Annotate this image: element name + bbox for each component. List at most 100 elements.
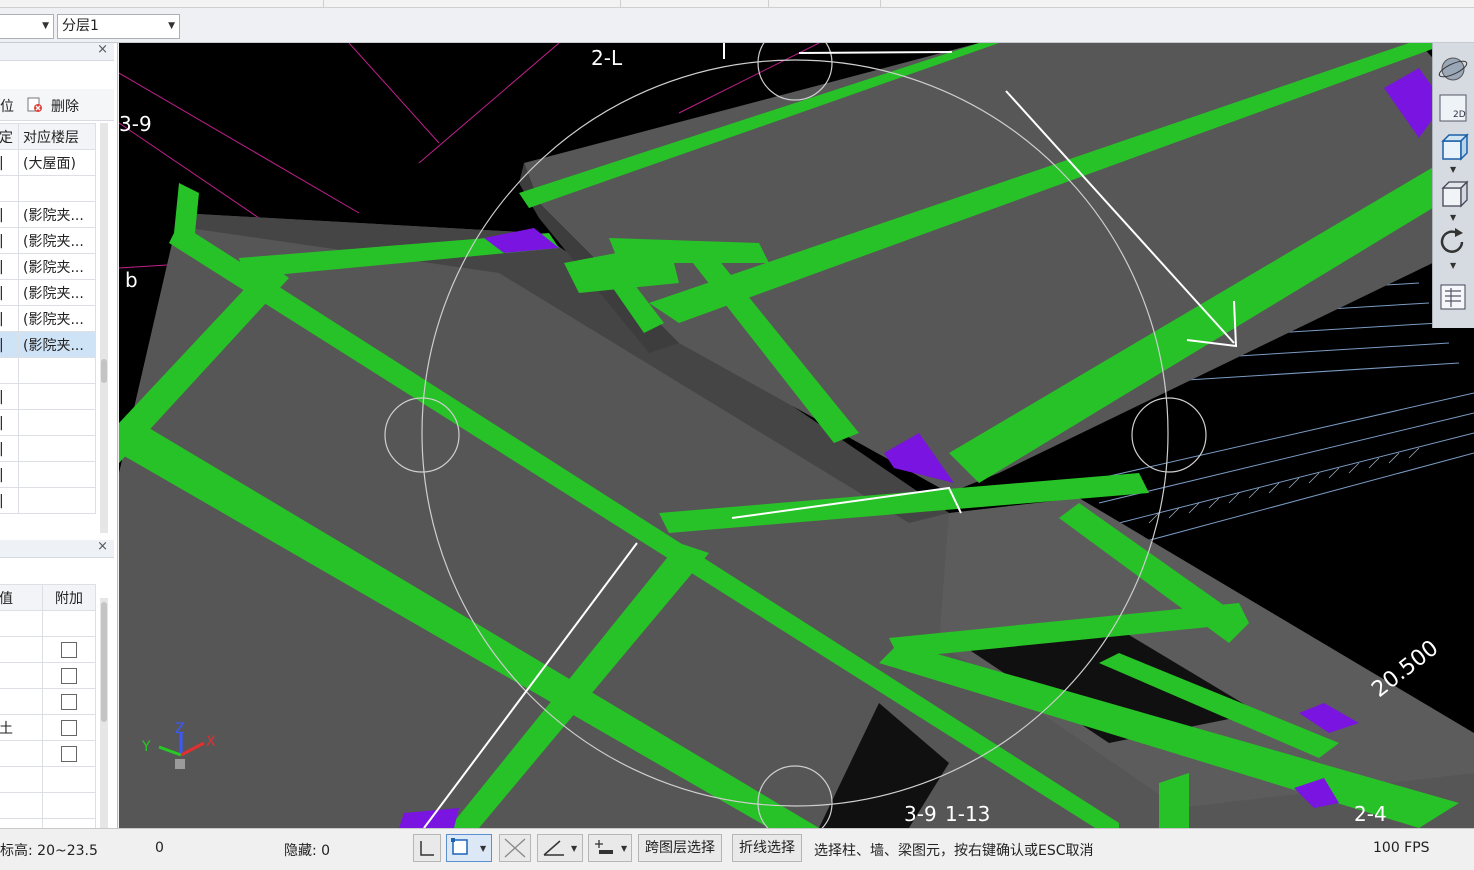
- elevation-status: 标高: 20~23.5: [0, 843, 98, 859]
- table-row[interactable]: |(影院夹...: [0, 227, 96, 254]
- scrollbar-thumb[interactable]: [101, 602, 107, 722]
- offset-icon[interactable]: ▼: [588, 834, 632, 862]
- chevron-down-icon[interactable]: ▼: [1450, 165, 1456, 174]
- snap-select-button[interactable]: ▼: [446, 834, 492, 862]
- chevron-down-icon: ▼: [42, 21, 49, 31]
- panel-header: ×: [0, 42, 114, 61]
- angle-icon[interactable]: ▼: [537, 834, 583, 862]
- table-header-row: 定 对应楼层: [0, 123, 96, 150]
- floor-select[interactable]: ▼: [0, 14, 54, 39]
- hatch-lines: [1148, 447, 1420, 524]
- axis-label: 1-13: [945, 802, 990, 826]
- properties-icon[interactable]: [1437, 281, 1469, 313]
- close-icon[interactable]: ×: [97, 42, 108, 57]
- table-row[interactable]: |: [0, 487, 96, 514]
- polyline-select-button[interactable]: 折线选择: [732, 834, 802, 862]
- column-header-extra[interactable]: 附加: [42, 584, 96, 611]
- table-row[interactable]: |(影院夹...: [0, 201, 96, 228]
- extra-checkbox[interactable]: [61, 719, 77, 736]
- cross-layer-select-button[interactable]: 跨图层选择: [638, 834, 722, 862]
- svg-text:▼: ▼: [571, 844, 578, 853]
- table-row[interactable]: |(影院夹...: [0, 279, 96, 306]
- chevron-down-icon[interactable]: ▼: [1450, 213, 1456, 222]
- table-row[interactable]: |: [0, 435, 96, 462]
- floor-toolbar: ▼ 分层1 ▼: [0, 8, 1474, 43]
- table-row[interactable]: 土: [0, 714, 96, 741]
- ribbon-edge: [0, 0, 1474, 8]
- table-row[interactable]: [0, 175, 96, 202]
- scrollbar[interactable]: [100, 123, 108, 533]
- extra-checkbox[interactable]: [61, 641, 77, 658]
- cross-icon[interactable]: [499, 834, 531, 862]
- table-row[interactable]: [0, 792, 96, 819]
- z-axis-label: Z: [175, 721, 185, 737]
- column-header[interactable]: 定: [0, 123, 19, 150]
- table-row[interactable]: [0, 766, 96, 793]
- table-cell: (影院夹...: [18, 331, 96, 358]
- table-cell: (影院夹...: [18, 279, 96, 306]
- table-row[interactable]: |: [0, 409, 96, 436]
- floor-table: 定 对应楼层 |(大屋面) |(影院夹... |(影院夹... |(影院夹...…: [0, 123, 96, 514]
- extra-checkbox[interactable]: [61, 693, 77, 710]
- axis-label: b: [125, 268, 138, 292]
- delete-icon[interactable]: [27, 97, 43, 113]
- model-canvas[interactable]: 2-L 3-9 b 3-9 1-13 2-4 20.500 Z Y X: [119, 43, 1474, 828]
- orbit-icon[interactable]: [1437, 53, 1469, 85]
- property-table: 值 附加 土: [0, 584, 96, 845]
- extra-checkbox[interactable]: [61, 745, 77, 762]
- 3d-view-icon[interactable]: [1437, 131, 1469, 163]
- locate-button[interactable]: 位: [0, 96, 14, 116]
- axis-label: 3-9: [904, 802, 937, 826]
- 3d-viewport[interactable]: 2-L 3-9 b 3-9 1-13 2-4 20.500 Z Y X: [119, 43, 1474, 828]
- fps-counter: 100 FPS: [1373, 840, 1430, 856]
- orthogonal-icon[interactable]: [413, 834, 441, 862]
- table-row[interactable]: [0, 610, 96, 637]
- axis-label: 3-9: [119, 112, 152, 136]
- layer-select[interactable]: 分层1 ▼: [57, 14, 180, 39]
- column-header-value[interactable]: 值: [0, 584, 43, 611]
- status-bar: 标高: 20~23.5 0 隐藏: 0 ▼ ▼ ▼ 跨图层选择 折线选择 选择柱…: [0, 828, 1474, 868]
- table-row[interactable]: |(影院夹...: [0, 253, 96, 280]
- svg-text:2D: 2D: [1453, 110, 1466, 120]
- delete-button[interactable]: 删除: [51, 96, 79, 116]
- table-row[interactable]: [0, 357, 96, 384]
- scrollbar-thumb[interactable]: [101, 359, 107, 383]
- axis-label: 2-L: [591, 46, 623, 70]
- left-dock: × 位 删除 定 对应楼层 |(大屋面) |(影院夹... |(影院夹... |…: [0, 42, 118, 845]
- x-axis-label: X: [206, 734, 216, 750]
- table-header-row: 值 附加: [0, 584, 96, 611]
- table-cell: (影院夹...: [18, 227, 96, 254]
- view-toolbar: 2D ▼ ▼ ▼: [1432, 43, 1474, 328]
- table-cell: (大屋面): [18, 149, 96, 176]
- table-row[interactable]: |(影院夹...: [0, 305, 96, 332]
- table-cell: (影院夹...: [18, 305, 96, 332]
- scrollbar[interactable]: [100, 598, 108, 828]
- chevron-down-icon: ▼: [168, 21, 175, 31]
- hidden-status: 隐藏: 0: [284, 843, 331, 859]
- table-row[interactable]: [0, 688, 96, 715]
- rotate-icon[interactable]: [1437, 226, 1469, 258]
- panel-toolbar: 位 删除: [0, 89, 114, 121]
- table-row[interactable]: |: [0, 383, 96, 410]
- axis-label: 2-4: [1354, 802, 1387, 826]
- box-view-icon[interactable]: [1437, 178, 1469, 210]
- table-row[interactable]: [0, 740, 96, 767]
- table-row[interactable]: [0, 662, 96, 689]
- extra-checkbox[interactable]: [61, 667, 77, 684]
- chevron-down-icon[interactable]: ▼: [1450, 261, 1456, 270]
- table-row[interactable]: |: [0, 461, 96, 488]
- table-cell: (影院夹...: [18, 253, 96, 280]
- layer-select-value: 分层1: [62, 18, 99, 34]
- close-icon[interactable]: ×: [97, 539, 108, 554]
- table-row[interactable]: |(大屋面): [0, 149, 96, 176]
- svg-text:▼: ▼: [480, 844, 487, 853]
- panel-header: ×: [0, 539, 114, 558]
- table-cell: [18, 175, 96, 202]
- column-header-floor[interactable]: 对应楼层: [18, 123, 96, 150]
- svg-text:▼: ▼: [621, 844, 628, 853]
- 2d-view-icon[interactable]: 2D: [1437, 93, 1469, 125]
- count-status: 0: [155, 840, 164, 856]
- table-row[interactable]: |(影院夹...: [0, 331, 96, 358]
- table-row[interactable]: [0, 636, 96, 663]
- y-axis-label: Y: [141, 739, 151, 755]
